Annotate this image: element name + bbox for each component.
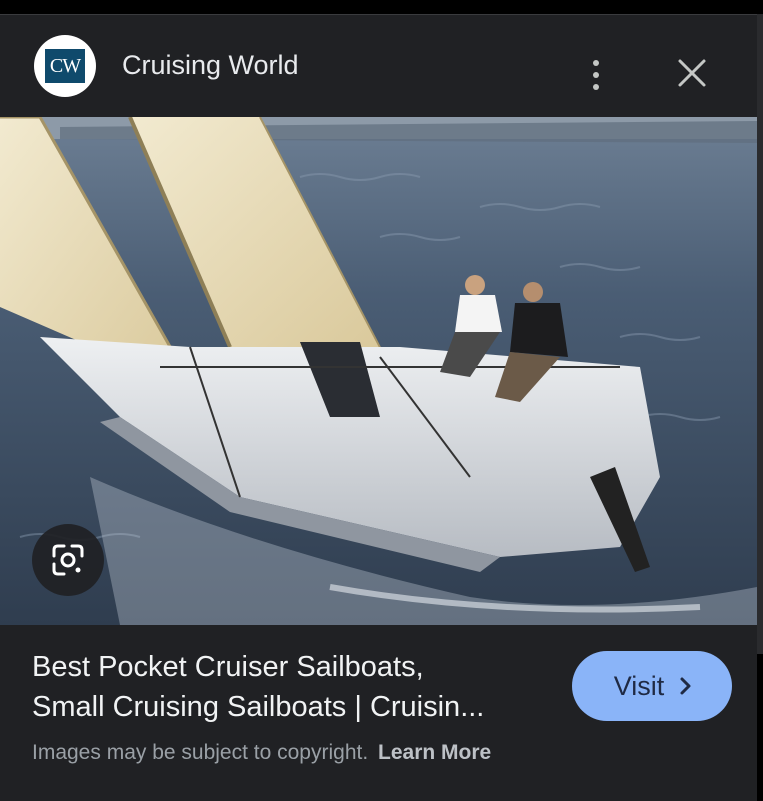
google-lens-icon (52, 544, 84, 576)
learn-more-link[interactable]: Learn More (378, 741, 491, 764)
result-title[interactable]: Best Pocket Cruiser Sailboats, Small Cru… (32, 647, 552, 727)
more-options-button[interactable] (580, 55, 612, 95)
site-name[interactable]: Cruising World (122, 49, 299, 81)
copyright-text: Images may be subject to copyright. (32, 741, 369, 764)
visit-label: Visit (613, 670, 665, 701)
lens-search-button[interactable] (32, 524, 104, 596)
sailboat-image (0, 117, 757, 625)
close-icon (678, 59, 706, 87)
copyright-notice: Images may be subject to copyright. Lear… (32, 739, 491, 767)
more-vert-icon (593, 60, 599, 66)
result-title-line-1: Best Pocket Cruiser Sailboats, (32, 651, 424, 683)
close-button[interactable] (672, 53, 712, 93)
visit-button[interactable]: Visit (572, 651, 732, 721)
scrollbar[interactable] (757, 14, 763, 654)
preview-image[interactable] (0, 117, 757, 625)
image-viewer-panel: CW Cruising World Best Pocket Cruiser Sa… (0, 14, 757, 801)
site-logo[interactable]: CW (34, 35, 96, 97)
chevron-right-icon (680, 677, 691, 695)
result-title-line-2: Small Cruising Sailboats | Cruisin... (32, 691, 485, 723)
site-logo-text: CW (45, 49, 85, 83)
panel-header: CW Cruising World (0, 15, 757, 117)
